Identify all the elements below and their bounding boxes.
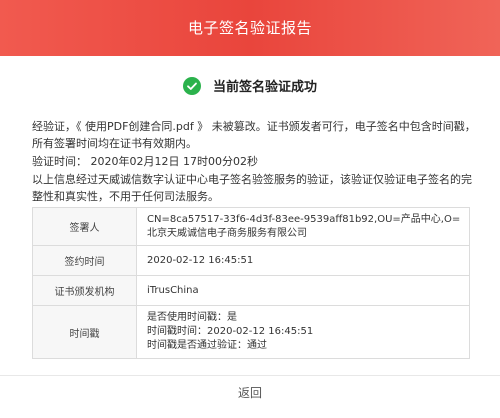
row-label: 证书颁发机构 [33, 276, 137, 305]
sign-time-value: 2020-02-12 16:45:51 [147, 254, 254, 266]
back-button[interactable]: 返回 [0, 384, 500, 406]
row-value: iTrusChina [137, 276, 469, 305]
signature-details-table: 签署人 CN=8ca57517-33f6-4d3f-83ee-9539aff81… [32, 207, 470, 359]
signer-value: CN=8ca57517-33f6-4d3f-83ee-9539aff81b92,… [147, 213, 461, 239]
row-value: CN=8ca57517-33f6-4d3f-83ee-9539aff81b92,… [137, 208, 469, 245]
timestamp-time-value: 时间戳时间：2020-02-12 16:45:51 [147, 326, 314, 337]
table-row: 时间戳 是否使用时间戳：是 时间戳时间：2020-02-12 16:45:51 … [33, 306, 469, 358]
row-label: 时间戳 [33, 306, 137, 358]
table-row: 证书颁发机构 iTrusChina [33, 276, 469, 306]
status-text: 当前签名验证成功 [212, 80, 317, 95]
success-check-icon [182, 76, 201, 95]
row-value: 是否使用时间戳：是 时间戳时间：2020-02-12 16:45:51 时间戳是… [137, 306, 469, 358]
table-row: 签署人 CN=8ca57517-33f6-4d3f-83ee-9539aff81… [33, 208, 469, 246]
timestamp-verified-value: 时间戳是否通过验证：通过 [147, 340, 267, 351]
report-header: 电子签名验证报告 [0, 0, 500, 56]
timestamp-used-value: 是否使用时间戳：是 [147, 312, 237, 323]
page-title: 电子签名验证报告 [187, 19, 312, 37]
verification-status: 当前签名验证成功 [0, 76, 500, 98]
issuer-value: iTrusChina [147, 284, 199, 296]
row-label: 签署人 [33, 208, 137, 245]
footer-divider [0, 375, 500, 376]
table-row: 签约时间 2020-02-12 16:45:51 [33, 246, 469, 276]
verification-time: 验证时间： 2020年02月12日 17时00分02秒 [32, 155, 258, 168]
verification-disclaimer: 以上信息经过天威诚信数字认证中心电子签名验签服务的验证，该验证仅验证电子签名的完… [32, 173, 472, 203]
verification-summary: 经验证，《 使用PDF创建合同.pdf 》 未被篡改。证书颁发者可行，电子签名中… [32, 120, 476, 150]
row-label: 签约时间 [33, 246, 137, 275]
row-value: 2020-02-12 16:45:51 [137, 246, 469, 275]
